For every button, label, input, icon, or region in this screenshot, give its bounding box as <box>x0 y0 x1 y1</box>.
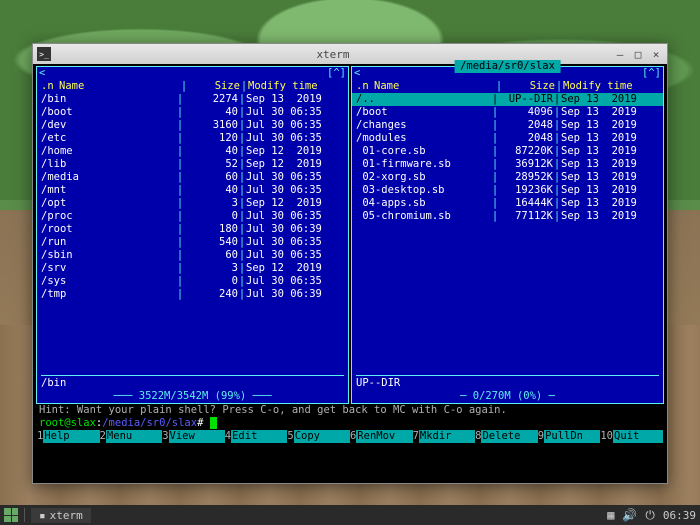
file-row[interactable]: /dev|3160|Jul 30 06:35 <box>37 119 348 132</box>
close-button[interactable]: × <box>649 47 663 61</box>
file-row[interactable]: /boot|4096|Sep 13 2019 <box>352 106 663 119</box>
app-icon: >_ <box>37 47 51 61</box>
file-row[interactable]: /root|180|Jul 30 06:39 <box>37 223 348 236</box>
file-row[interactable]: /media|60|Jul 30 06:35 <box>37 171 348 184</box>
file-row[interactable]: /lib|52|Sep 12 2019 <box>37 158 348 171</box>
file-row[interactable]: 03-desktop.sb|19236K|Sep 13 2019 <box>352 184 663 197</box>
fkey-help[interactable]: 1Help <box>37 430 100 443</box>
fkey-quit[interactable]: 10Quit <box>600 430 663 443</box>
file-row[interactable]: /changes|2048|Sep 13 2019 <box>352 119 663 132</box>
fkey-mkdir[interactable]: 7Mkdir <box>413 430 476 443</box>
file-row[interactable]: 05-chromium.sb|77112K|Sep 13 2019 <box>352 210 663 223</box>
taskbar-task[interactable]: ▪ xterm <box>31 508 91 523</box>
fkey-copy[interactable]: 5Copy <box>287 430 350 443</box>
panel-left-arrow-icon[interactable] <box>354 67 360 80</box>
left-panel-info: /bin <box>37 376 348 390</box>
maximize-button[interactable]: □ <box>631 47 645 61</box>
right-panel[interactable]: /media/sr0/slax .n Name | Size | Modify … <box>351 66 664 404</box>
fkey-edit[interactable]: 4Edit <box>225 430 288 443</box>
taskbar[interactable]: ▪ xterm ▦ 🔊 ⏻ 06:39 <box>0 505 700 525</box>
right-panel-headers: .n Name | Size | Modify time <box>352 80 663 93</box>
fkey-renmov[interactable]: 6RenMov <box>350 430 413 443</box>
fkey-view[interactable]: 3View <box>162 430 225 443</box>
tray-grid-icon[interactable]: ▦ <box>607 508 614 522</box>
fkey-pulldn[interactable]: 9PullDn <box>538 430 601 443</box>
file-row[interactable]: /home|40|Sep 12 2019 <box>37 145 348 158</box>
file-row[interactable]: 01-firmware.sb|36912K|Sep 13 2019 <box>352 158 663 171</box>
xterm-window: >_ xterm – □ × .n Name | Size | Modify t… <box>32 43 668 484</box>
fkey-delete[interactable]: 8Delete <box>475 430 538 443</box>
file-row[interactable]: 04-apps.sb|16444K|Sep 13 2019 <box>352 197 663 210</box>
file-row[interactable]: /run|540|Jul 30 06:35 <box>37 236 348 249</box>
file-row[interactable]: /opt|3|Sep 12 2019 <box>37 197 348 210</box>
volume-icon[interactable]: 🔊 <box>622 508 637 522</box>
titlebar[interactable]: >_ xterm – □ × <box>33 44 667 64</box>
panel-left-arrow-icon[interactable] <box>39 67 45 80</box>
shell-prompt[interactable]: root@slax:/media/sr0/slax# <box>35 417 665 430</box>
panel-up-icon[interactable] <box>642 67 661 80</box>
right-panel-path[interactable]: /media/sr0/slax <box>454 60 561 73</box>
terminal-icon: ▪ <box>39 509 46 522</box>
file-row[interactable]: /proc|0|Jul 30 06:35 <box>37 210 348 223</box>
clock[interactable]: 06:39 <box>663 509 696 522</box>
panel-up-icon[interactable] <box>327 67 346 80</box>
file-row[interactable]: /sbin|60|Jul 30 06:35 <box>37 249 348 262</box>
hint-text: Hint: Want your plain shell? Press C-o, … <box>35 404 665 417</box>
file-row[interactable]: 02-xorg.sb|28952K|Sep 13 2019 <box>352 171 663 184</box>
file-row[interactable]: /etc|120|Jul 30 06:35 <box>37 132 348 145</box>
minimize-button[interactable]: – <box>613 47 627 61</box>
left-panel[interactable]: .n Name | Size | Modify time /bin|2274|S… <box>36 66 349 404</box>
start-menu-icon[interactable] <box>4 508 18 522</box>
file-row[interactable]: /bin|2274|Sep 13 2019 <box>37 93 348 106</box>
file-row[interactable]: /srv|3|Sep 12 2019 <box>37 262 348 275</box>
file-row[interactable]: /sys|0|Jul 30 06:35 <box>37 275 348 288</box>
power-icon[interactable]: ⏻ <box>645 508 655 523</box>
cursor-icon <box>210 417 217 429</box>
function-keys: 1Help2Menu3View4Edit5Copy6RenMov7Mkdir8D… <box>35 430 665 443</box>
fkey-menu[interactable]: 2Menu <box>100 430 163 443</box>
window-title: xterm <box>57 48 609 61</box>
right-panel-disk: ─ 0/270M (0%) ─ <box>352 390 663 403</box>
left-panel-disk: ─── 3522M/3542M (99%) ─── <box>37 390 348 403</box>
file-row[interactable]: 01-core.sb|87220K|Sep 13 2019 <box>352 145 663 158</box>
right-panel-info: UP--DIR <box>352 376 663 390</box>
file-row[interactable]: /tmp|240|Jul 30 06:39 <box>37 288 348 301</box>
file-row[interactable]: /..|UP--DIR|Sep 13 2019 <box>352 93 663 106</box>
file-row[interactable]: /mnt|40|Jul 30 06:35 <box>37 184 348 197</box>
left-panel-headers: .n Name | Size | Modify time <box>37 80 348 93</box>
file-row[interactable]: /modules|2048|Sep 13 2019 <box>352 132 663 145</box>
file-row[interactable]: /boot|40|Jul 30 06:35 <box>37 106 348 119</box>
